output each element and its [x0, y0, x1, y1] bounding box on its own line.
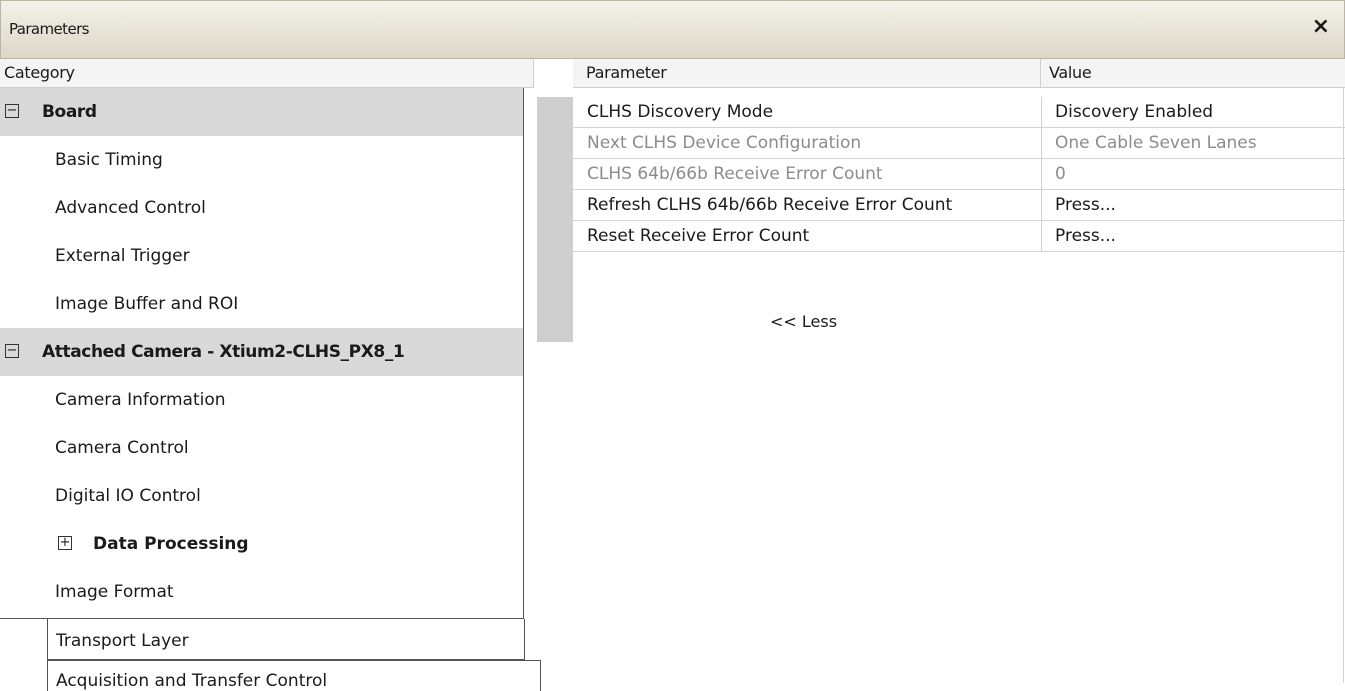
category-column-header[interactable]: Category	[0, 59, 534, 88]
collapse-icon[interactable]: −	[5, 104, 19, 118]
category-item-acquisition-transfer-control[interactable]: Acquisition and Transfer Control	[47, 660, 541, 691]
category-item-external-trigger[interactable]: External Trigger	[0, 232, 523, 280]
parameter-name: Reset Receive Error Count	[573, 221, 1042, 251]
category-item-image-buffer-roi[interactable]: Image Buffer and ROI	[0, 280, 523, 328]
category-label: External Trigger	[55, 246, 190, 266]
category-header-label: Category	[4, 63, 75, 82]
window-titlebar: Parameters ×	[0, 0, 1345, 59]
parameter-row[interactable]: CLHS Discovery Mode Discovery Enabled	[573, 97, 1345, 128]
category-subgroup-data-processing[interactable]: + Data Processing	[0, 520, 523, 568]
parameter-header-label: Parameter	[586, 63, 667, 82]
category-label: Transport Layer	[56, 631, 189, 651]
category-label: Camera Information	[55, 390, 226, 410]
refresh-error-count-button[interactable]: Press...	[1042, 190, 1345, 220]
category-group-board[interactable]: − Board	[0, 88, 523, 136]
parameter-row-gutter	[537, 97, 573, 342]
right-border	[1343, 88, 1344, 683]
value-column-header[interactable]: Value	[1041, 59, 1345, 88]
category-label: Image Format	[55, 582, 174, 602]
less-toggle-link[interactable]: << Less	[770, 312, 837, 331]
parameter-name: Refresh CLHS 64b/66b Receive Error Count	[573, 190, 1042, 220]
category-label: Digital IO Control	[55, 486, 201, 506]
category-item-image-format[interactable]: Image Format	[0, 568, 523, 616]
category-item-advanced-control[interactable]: Advanced Control	[0, 184, 523, 232]
parameter-row[interactable]: Reset Receive Error Count Press...	[573, 221, 1345, 252]
category-label: Image Buffer and ROI	[55, 294, 239, 314]
collapse-icon[interactable]: −	[5, 344, 19, 358]
expand-icon[interactable]: +	[58, 536, 72, 550]
parameter-row[interactable]: CLHS 64b/66b Receive Error Count 0	[573, 159, 1345, 190]
window-title: Parameters	[9, 20, 89, 38]
parameter-value: One Cable Seven Lanes	[1055, 133, 1257, 153]
parameter-name: Next CLHS Device Configuration	[573, 128, 1042, 158]
parameter-row[interactable]: Next CLHS Device Configuration One Cable…	[573, 128, 1345, 159]
close-icon[interactable]: ×	[1312, 14, 1330, 39]
reset-error-count-button[interactable]: Press...	[1042, 221, 1345, 251]
category-label: Acquisition and Transfer Control	[56, 671, 328, 691]
category-label: Camera Control	[55, 438, 189, 458]
category-item-camera-information[interactable]: Camera Information	[0, 376, 523, 424]
category-item-transport-layer[interactable]: Transport Layer	[47, 619, 525, 660]
category-item-camera-control[interactable]: Camera Control	[0, 424, 523, 472]
category-tree: − Board Basic Timing Advanced Control Ex…	[0, 88, 524, 619]
parameter-value: 0	[1055, 164, 1066, 184]
category-label: Basic Timing	[55, 150, 163, 170]
category-label: Data Processing	[93, 534, 249, 554]
category-item-basic-timing[interactable]: Basic Timing	[0, 136, 523, 184]
parameter-name: CLHS 64b/66b Receive Error Count	[573, 159, 1042, 189]
value-header-label: Value	[1049, 63, 1092, 82]
category-group-attached-camera[interactable]: − Attached Camera - Xtium2-CLHS_PX8_1	[0, 328, 523, 376]
category-label: Attached Camera - Xtium2-CLHS_PX8_1	[42, 342, 405, 362]
category-item-digital-io-control[interactable]: Digital IO Control	[0, 472, 523, 520]
parameter-row[interactable]: Refresh CLHS 64b/66b Receive Error Count…	[573, 190, 1345, 221]
category-label: Board	[42, 102, 97, 122]
parameter-column-header[interactable]: Parameter	[573, 59, 1041, 88]
parameter-name: CLHS Discovery Mode	[573, 97, 1042, 127]
category-label: Advanced Control	[55, 198, 206, 218]
parameter-value[interactable]: Discovery Enabled	[1042, 97, 1345, 127]
